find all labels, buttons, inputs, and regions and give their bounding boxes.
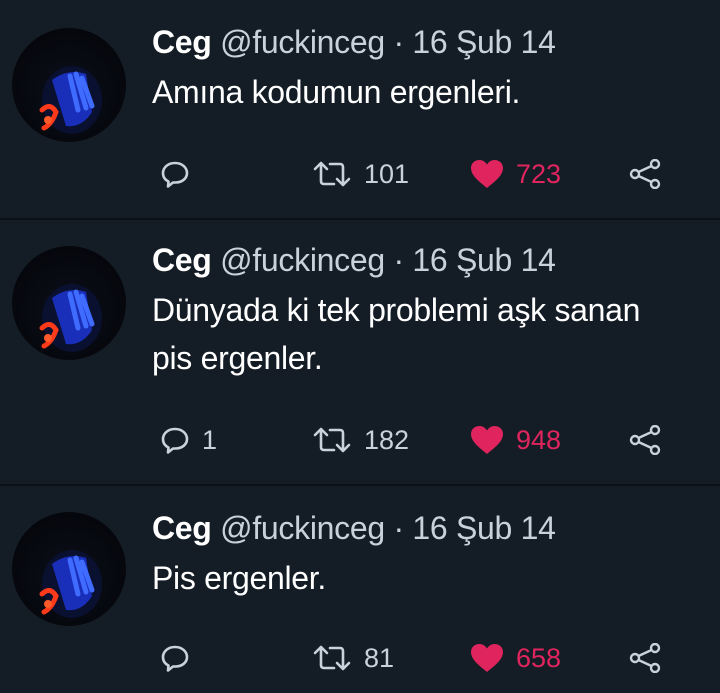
share-icon — [629, 643, 661, 673]
retweet-icon — [313, 645, 351, 671]
heart-icon — [471, 160, 503, 188]
share-button[interactable] — [628, 420, 662, 460]
like-count: 658 — [516, 642, 562, 673]
tweet-header: Ceg @fuckinceg · 16 Şub 14 — [152, 508, 556, 548]
reply-icon — [161, 645, 189, 672]
avatar-image — [39, 66, 102, 134]
avatar[interactable] — [12, 28, 126, 142]
retweet-count: 81 — [364, 642, 395, 673]
share-button[interactable] — [628, 638, 662, 678]
user-handle[interactable]: @fuckinceg — [220, 242, 385, 278]
retweet-button[interactable]: 182 — [312, 420, 409, 460]
avatar-image — [39, 550, 102, 618]
tweet[interactable]: Ceg @fuckinceg · 16 Şub 14 Pis ergenler.… — [0, 486, 720, 693]
tweet[interactable]: Ceg @fuckinceg · 16 Şub 14 Amına kodumun… — [0, 0, 720, 218]
reply-button[interactable] — [160, 638, 202, 678]
user-handle[interactable]: @fuckinceg — [220, 24, 385, 60]
display-name[interactable]: Ceg — [152, 24, 212, 60]
retweet-count: 182 — [364, 424, 410, 455]
separator-dot: · — [393, 24, 404, 60]
retweet-button[interactable]: 101 — [312, 154, 409, 194]
retweet-button[interactable]: 81 — [312, 638, 394, 678]
tweet-date[interactable]: 16 Şub 14 — [412, 510, 556, 546]
avatar[interactable] — [12, 512, 126, 626]
display-name[interactable]: Ceg — [152, 242, 212, 278]
like-button[interactable]: 723 — [470, 154, 561, 194]
reply-button[interactable] — [160, 154, 202, 194]
separator-dot: · — [393, 242, 404, 278]
tweet-text: Amına kodumun ergenleri. — [152, 72, 720, 112]
reply-button[interactable]: 1 — [160, 420, 217, 460]
avatar-image — [39, 284, 102, 352]
tweet[interactable]: Ceg @fuckinceg · 16 Şub 14 Dünyada ki te… — [0, 220, 720, 484]
like-count: 948 — [516, 424, 562, 455]
user-handle[interactable]: @fuckinceg — [220, 510, 385, 546]
like-count: 723 — [516, 158, 562, 189]
tweet-actions: 81 658 — [0, 638, 720, 678]
retweet-icon — [313, 427, 351, 453]
avatar[interactable] — [12, 246, 126, 360]
like-button[interactable]: 948 — [470, 420, 561, 460]
reply-count: 1 — [202, 424, 218, 455]
tweet-text: Dünyada ki tek problemi aşk sanan pis er… — [152, 290, 720, 378]
share-button[interactable] — [628, 154, 662, 194]
tweet-text-line: pis ergenler. — [152, 340, 323, 376]
retweet-icon — [313, 161, 351, 187]
heart-icon — [471, 426, 503, 454]
share-icon — [629, 159, 661, 189]
like-button[interactable]: 658 — [470, 638, 561, 678]
reply-icon — [161, 427, 189, 454]
tweet-text: Pis ergenler. — [152, 558, 720, 598]
heart-icon — [471, 644, 503, 672]
separator-dot: · — [393, 510, 404, 546]
tweet-text-line: Amına kodumun ergenleri. — [152, 74, 521, 110]
display-name[interactable]: Ceg — [152, 510, 212, 546]
tweet-text-line: Dünyada ki tek problemi aşk sanan — [152, 292, 641, 328]
tweet-header: Ceg @fuckinceg · 16 Şub 14 — [152, 240, 556, 280]
retweet-count: 101 — [364, 158, 410, 189]
tweet-header: Ceg @fuckinceg · 16 Şub 14 — [152, 22, 556, 62]
tweet-date[interactable]: 16 Şub 14 — [412, 242, 556, 278]
tweet-date[interactable]: 16 Şub 14 — [412, 24, 556, 60]
tweet-actions: 1 182 948 — [0, 420, 720, 460]
tweet-actions: 101 723 — [0, 154, 720, 194]
tweet-text-line: Pis ergenler. — [152, 560, 326, 596]
reply-icon — [161, 161, 189, 188]
share-icon — [629, 425, 661, 455]
